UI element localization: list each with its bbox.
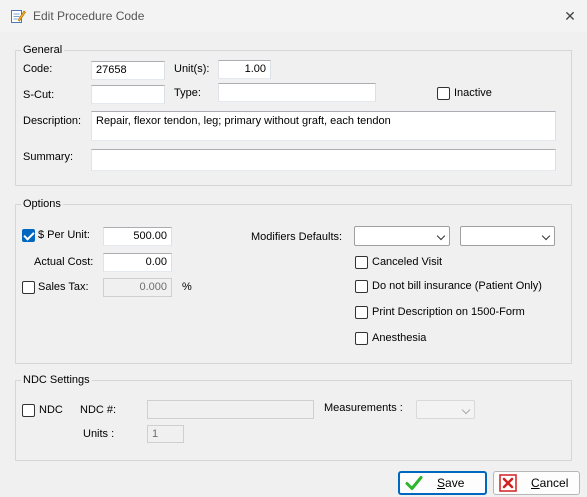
description-input[interactable]: Repair, flexor tendon, leg; primary with… [91,111,556,141]
summary-label: Summary: [23,151,74,163]
save-button[interactable]: Save [398,471,487,495]
sales-tax-checkbox[interactable] [22,281,35,294]
code-label: Code: [23,63,53,75]
inactive-label: Inactive [454,87,492,99]
ndc-number-label: NDC #: [80,404,117,416]
sales-tax-input[interactable]: 0.000 [103,278,172,297]
ndc-number-input[interactable] [147,400,314,419]
inactive-checkbox[interactable] [437,87,450,100]
actual-cost-input[interactable]: 0.00 [103,253,172,272]
checkmark-icon [405,474,423,492]
print-description-label: Print Description on 1500-Form [372,306,525,318]
units-input[interactable]: 1.00 [218,60,271,79]
type-label: Type: [174,87,201,99]
modifiers-label: Modifiers Defaults: [251,231,343,243]
measurements-select[interactable] [416,400,475,419]
per-unit-input[interactable]: 500.00 [103,227,172,246]
code-input[interactable]: 27658 [91,61,165,80]
close-icon: ✕ [564,7,576,24]
sales-tax-label: Sales Tax: [38,281,89,293]
summary-input[interactable] [91,149,556,171]
do-not-bill-checkbox[interactable] [355,280,368,293]
scut-input[interactable] [91,85,165,104]
measurements-label: Measurements : [324,402,403,414]
ndc-legend: NDC Settings [21,374,92,386]
cancel-x-icon [499,474,517,492]
options-legend: Options [21,198,63,210]
do-not-bill-label: Do not bill insurance (Patient Only) [372,280,542,292]
sales-tax-percent: % [182,281,192,293]
scut-label: S-Cut: [23,89,55,101]
print-description-checkbox[interactable] [355,306,368,319]
cancel-mnemonic: C [531,476,540,490]
type-input[interactable] [218,83,376,102]
ndc-units-label: Units : [83,428,115,440]
modifier-2-select[interactable] [460,226,555,246]
actual-cost-label: Actual Cost: [34,256,94,268]
chevron-down-icon [436,231,446,241]
save-mnemonic: S [437,476,446,490]
window-title: Edit Procedure Code [33,9,145,23]
cancel-button[interactable]: Cancel [493,471,580,495]
canceled-visit-label: Canceled Visit [372,256,443,268]
ndc-group [15,380,572,461]
anesthesia-label: Anesthesia [372,332,427,344]
anesthesia-checkbox[interactable] [355,332,368,345]
canceled-visit-checkbox[interactable] [355,256,368,269]
cancel-label: ancel [539,476,569,490]
description-label: Description: [23,115,82,127]
chevron-down-icon [541,231,551,241]
per-unit-checkbox[interactable] [22,229,35,242]
per-unit-label: $ Per Unit: [38,229,90,241]
ndc-units-input[interactable]: 1 [147,425,184,443]
title-bar: Edit Procedure Code ✕ [0,0,587,32]
save-label: ave [445,476,465,490]
ndc-checkbox[interactable] [22,404,35,417]
general-legend: General [21,44,65,56]
ndc-label: NDC [39,404,63,416]
edit-document-icon [10,8,26,24]
modifier-1-select[interactable] [354,226,450,246]
chevron-down-icon [461,405,471,415]
units-label: Unit(s): [174,63,210,75]
close-button[interactable]: ✕ [555,4,585,28]
